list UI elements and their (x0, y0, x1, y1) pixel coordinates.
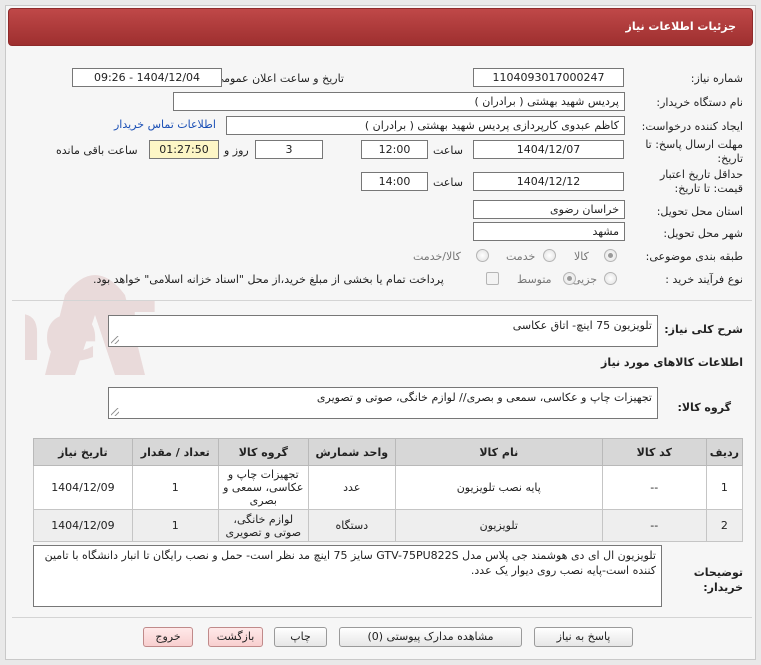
process-medium-label: متوسط (517, 273, 552, 286)
category-goods-label: کالا (574, 250, 589, 263)
cell-name: تلویزیون (394, 509, 603, 542)
divider (12, 617, 752, 618)
days-label: روز و (224, 144, 249, 157)
resize-grip-icon[interactable] (111, 336, 119, 344)
summary-label: شرح کلی نیاز: (664, 323, 743, 336)
buyer-org-field: پردیس شهید بهشتی ( برادران ) (173, 92, 625, 111)
col-code: کد کالا (601, 438, 707, 466)
back-button[interactable]: بازگشت (208, 627, 263, 647)
divider (12, 300, 752, 301)
cell-row: 1 (705, 465, 744, 510)
cell-qty: 1 (131, 509, 219, 542)
payment-note: پرداخت تمام یا بخشی از مبلغ خرید،از محل … (93, 273, 444, 286)
goods-group-label: گروه کالا: (677, 401, 731, 414)
validity-date-field: 1404/12/12 (473, 172, 624, 191)
city-field: مشهد (473, 222, 625, 241)
col-qty: تعداد / مقدار (131, 438, 219, 466)
cell-code: -- (601, 509, 707, 542)
announce-label: تاریخ و ساعت اعلان عمومی: (211, 72, 344, 85)
cell-row: 2 (705, 509, 744, 542)
cell-unit: عدد (307, 465, 396, 510)
cell-name: پایه نصب تلویزیون (394, 465, 603, 510)
col-date: تاریخ نیاز (33, 438, 133, 466)
goods-info-title: اطلاعات کالاهای مورد نیاز (601, 356, 743, 369)
cell-date: 1404/12/09 (33, 465, 133, 510)
buyer-notes-label: توضیحات (693, 566, 743, 579)
buyer-contact-link[interactable]: اطلاعات تماس خریدار (114, 118, 216, 131)
province-field: خراسان رضوی (473, 200, 625, 219)
buyer-notes-label-2: خریدار: (703, 581, 743, 594)
cell-code: -- (601, 465, 707, 510)
cell-group: لوازم خانگی، صوتی و تصویری (217, 509, 309, 542)
table-header-row: ردیف کد کالا نام کالا واحد شمارش گروه کا… (33, 438, 744, 466)
validity-time-label: ساعت (433, 176, 463, 189)
category-service-label: خدمت (506, 250, 536, 263)
province-label: استان محل تحویل: (656, 205, 743, 218)
exit-button[interactable]: خروج (143, 627, 193, 647)
goods-group-textarea: تجهیزات چاپ و عکاسی، سمعی و بصری// لوازم… (108, 387, 658, 419)
cell-qty: 1 (131, 465, 219, 510)
validity-label: حداقل تاریخ اعتبار (659, 168, 743, 181)
deadline-time-label: ساعت (433, 144, 463, 157)
reply-button[interactable]: پاسخ به نیاز (534, 627, 633, 647)
items-table: ردیف کد کالا نام کالا واحد شمارش گروه کا… (33, 438, 744, 542)
remaining-label: ساعت باقی مانده (56, 144, 138, 157)
process-label: نوع فرآیند خرید : (665, 273, 743, 286)
category-both-label: کالا/خدمت (413, 250, 461, 263)
category-radio-service[interactable] (543, 249, 556, 262)
process-radio-medium[interactable] (563, 272, 576, 285)
col-unit: واحد شمارش (307, 438, 396, 466)
announce-field: 1404/12/04 - 09:26 (72, 68, 222, 87)
creator-field: کاظم عبدوی کارپردازی پردیس شهید بهشتی ( … (226, 116, 625, 135)
table-row: 2 -- تلویزیون دستگاه لوازم خانگی، صوتی و… (33, 509, 744, 542)
goods-group-text: تجهیزات چاپ و عکاسی، سمعی و بصری// لوازم… (316, 391, 652, 404)
remaining-time-field: 01:27:50 (149, 140, 219, 159)
print-button[interactable]: چاپ (274, 627, 327, 647)
page-header: جزئیات اطلاعات نیاز (8, 8, 753, 46)
days-field: 3 (255, 140, 323, 159)
creator-label: ایجاد کننده درخواست: (641, 120, 743, 133)
deadline-label-2: تاریخ: (717, 152, 743, 165)
validity-time-field: 14:00 (361, 172, 428, 191)
need-number-field: 1104093017000247 (473, 68, 624, 87)
deadline-label: مهلت ارسال پاسخ: تا (645, 138, 743, 151)
page-title: جزئیات اطلاعات نیاز (625, 20, 737, 33)
buyer-org-label: نام دستگاه خریدار: (656, 96, 743, 109)
category-label: طبقه بندی موضوعی: (645, 250, 743, 263)
deadline-time-field: 12:00 (361, 140, 428, 159)
deadline-date-field: 1404/12/07 (473, 140, 624, 159)
summary-textarea: تلویزیون 75 اینچ- اتاق عکاسی (108, 315, 658, 347)
resize-grip-icon[interactable] (111, 408, 119, 416)
need-number-label: شماره نیاز: (690, 72, 743, 85)
treasury-checkbox[interactable] (486, 272, 499, 285)
buyer-notes-textarea: تلویزیون ال ای دی هوشمند جی پلاس مدل GTV… (33, 545, 662, 607)
category-radio-both[interactable] (476, 249, 489, 262)
cell-unit: دستگاه (307, 509, 396, 542)
cell-date: 1404/12/09 (33, 509, 133, 542)
city-label: شهر محل تحویل: (663, 227, 743, 240)
table-row: 1 -- پایه نصب تلویزیون عدد تجهیزات چاپ و… (33, 465, 744, 510)
summary-text: تلویزیون 75 اینچ- اتاق عکاسی (512, 319, 652, 332)
attachments-button[interactable]: مشاهده مدارک پیوستی (0) (339, 627, 522, 647)
category-radio-goods[interactable] (604, 249, 617, 262)
col-name: نام کالا (394, 438, 603, 466)
validity-label-2: قیمت: تا تاریخ: (674, 182, 743, 195)
buyer-notes-text: تلویزیون ال ای دی هوشمند جی پلاس مدل GTV… (44, 549, 656, 577)
col-row: ردیف (705, 438, 744, 466)
col-group: گروه کالا (217, 438, 309, 466)
cell-group: تجهیزات چاپ و عکاسی، سمعی و بصری (217, 465, 309, 510)
process-radio-minor[interactable] (604, 272, 617, 285)
